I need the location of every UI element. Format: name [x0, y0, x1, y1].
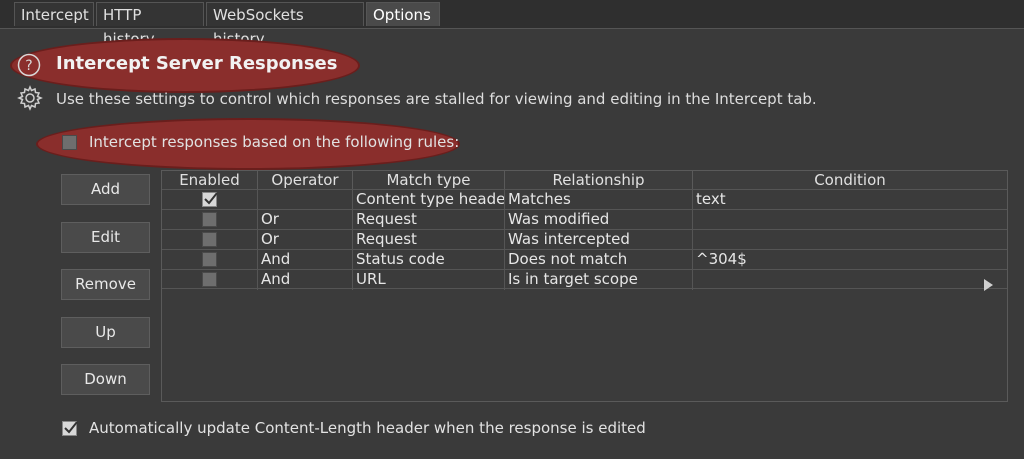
- column-header-enabled[interactable]: Enabled: [162, 171, 258, 189]
- column-header-relationship[interactable]: Relationship: [505, 171, 693, 189]
- column-header-operator[interactable]: Operator: [258, 171, 353, 189]
- enabled-checkbox[interactable]: [202, 232, 217, 247]
- operator-cell: And: [258, 250, 353, 270]
- rules-table[interactable]: Enabled Operator Match type Relationship…: [161, 170, 1008, 402]
- section-title: Intercept Server Responses: [56, 53, 338, 74]
- enabled-checkbox[interactable]: [202, 192, 218, 207]
- relationship-cell: Matches: [505, 190, 693, 210]
- table-row[interactable]: Content type header Matches text: [162, 189, 1007, 210]
- edit-button[interactable]: Edit: [61, 222, 150, 253]
- tab-intercept[interactable]: Intercept: [14, 2, 94, 26]
- auto-update-content-length-label: Automatically update Content-Length head…: [89, 419, 646, 437]
- add-button[interactable]: Add: [61, 174, 150, 205]
- up-button[interactable]: Up: [61, 317, 150, 348]
- tab-http-history[interactable]: HTTP history: [96, 2, 204, 48]
- operator-cell: And: [258, 270, 353, 290]
- svg-text:?: ?: [25, 58, 32, 74]
- help-icon[interactable]: ?: [17, 53, 41, 77]
- enabled-checkbox[interactable]: [202, 252, 217, 267]
- table-row[interactable]: Or Request Was intercepted: [162, 229, 1007, 250]
- tab-bar: Intercept HTTP history WebSockets histor…: [0, 0, 1024, 48]
- match-type-cell: Request: [353, 210, 505, 230]
- condition-cell: ^304$: [696, 250, 747, 268]
- enabled-checkbox[interactable]: [202, 212, 217, 227]
- relationship-cell: Was intercepted: [505, 230, 693, 250]
- match-type-cell: Content type header: [353, 190, 505, 210]
- remove-button[interactable]: Remove: [61, 269, 150, 300]
- match-type-cell: Status code: [353, 250, 505, 270]
- expand-arrow-icon[interactable]: [984, 279, 993, 291]
- match-type-cell: Request: [353, 230, 505, 250]
- relationship-cell: Does not match: [505, 250, 693, 270]
- match-type-cell: URL: [353, 270, 505, 290]
- enabled-cell: [162, 230, 258, 250]
- enabled-cell: [162, 210, 258, 230]
- down-button[interactable]: Down: [61, 364, 150, 395]
- column-header-match-type[interactable]: Match type: [353, 171, 505, 189]
- operator-cell: Or: [258, 210, 353, 230]
- table-row[interactable]: Or Request Was modified: [162, 209, 1007, 230]
- relationship-cell: Is in target scope: [505, 270, 693, 290]
- intercept-rules-label: Intercept responses based on the followi…: [89, 133, 460, 151]
- table-row[interactable]: And URL Is in target scope: [162, 269, 1007, 290]
- condition-cell: [693, 210, 1007, 230]
- operator-cell: [258, 190, 353, 210]
- column-header-condition[interactable]: Condition: [693, 171, 1007, 189]
- intercept-rules-checkbox[interactable]: [62, 135, 77, 150]
- tab-websockets-history[interactable]: WebSockets history: [206, 2, 364, 48]
- operator-cell: Or: [258, 230, 353, 250]
- enabled-cell: [162, 250, 258, 270]
- condition-cell: text: [696, 190, 726, 208]
- gear-icon[interactable]: [17, 85, 43, 111]
- enabled-cell: [162, 270, 258, 290]
- section-description: Use these settings to control which resp…: [56, 90, 817, 108]
- table-row[interactable]: And Status code Does not match ^304$: [162, 249, 1007, 270]
- auto-update-content-length-checkbox[interactable]: [62, 421, 78, 436]
- condition-cell: [693, 230, 1007, 250]
- tab-options[interactable]: Options: [366, 2, 440, 26]
- enabled-cell: [162, 190, 258, 210]
- condition-cell: [693, 270, 1007, 290]
- enabled-checkbox[interactable]: [202, 272, 217, 287]
- relationship-cell: Was modified: [505, 210, 693, 230]
